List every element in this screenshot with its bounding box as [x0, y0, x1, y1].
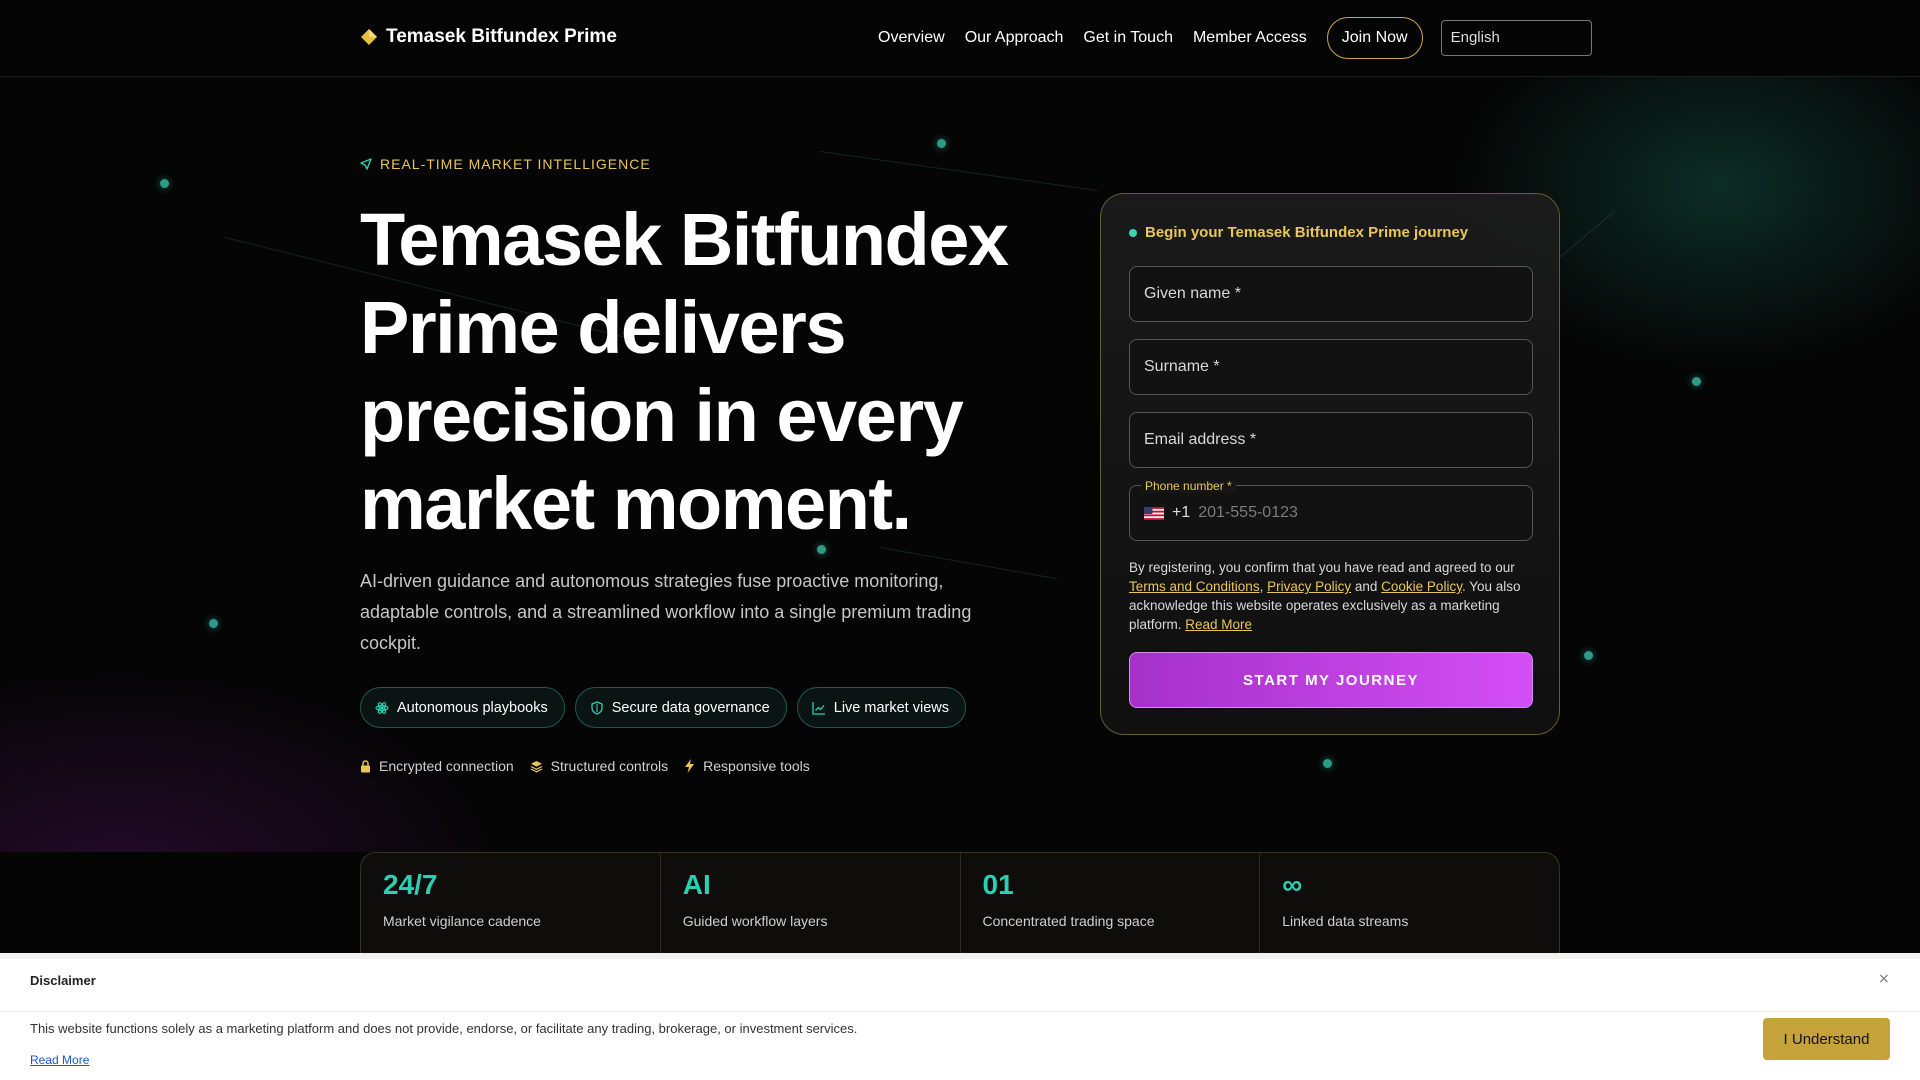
layers-icon — [530, 760, 542, 772]
us-flag-icon[interactable] — [1144, 506, 1164, 520]
nav-member-access[interactable]: Member Access — [1193, 17, 1307, 59]
legal-consent-text: By registering, you confirm that you hav… — [1129, 558, 1533, 634]
given-name-input[interactable]: Given name * — [1129, 266, 1533, 322]
bg-connector — [819, 151, 1098, 191]
legal-text: , — [1259, 579, 1268, 594]
feature-chips: Autonomous playbooks Secure data governa… — [360, 687, 966, 728]
brand-logo[interactable]: Temasek Bitfundex Prime — [360, 26, 617, 48]
diamond-logo-icon — [361, 29, 377, 45]
stat-label: Linked data streams — [1282, 913, 1409, 929]
nav-overview[interactable]: Overview — [878, 17, 945, 59]
chip-label: Secure data governance — [611, 699, 770, 716]
chip-secure-data-governance: Secure data governance — [574, 687, 787, 728]
divider — [0, 1011, 1920, 1012]
hero-title: Temasek Bitfundex Prime delivers precisi… — [360, 198, 1009, 545]
signup-form-card: Begin your Temasek Bitfundex Prime journ… — [1100, 193, 1560, 735]
chip-live-market-views: Live market views — [796, 687, 966, 728]
atom-icon — [375, 701, 389, 714]
nav-our-approach[interactable]: Our Approach — [965, 17, 1064, 59]
stat-value: ∞ — [1282, 869, 1303, 900]
send-icon — [360, 158, 372, 170]
stat-label: Market vigilance cadence — [383, 913, 541, 929]
read-more-link[interactable]: Read More — [1185, 617, 1252, 632]
stat-item: 24/7 Market vigilance cadence — [361, 853, 661, 962]
phone-country-code: +1 — [1172, 504, 1191, 521]
legal-text: and — [1351, 579, 1382, 594]
surname-input[interactable]: Surname * — [1129, 339, 1533, 395]
stat-label: Guided workflow layers — [682, 913, 828, 929]
trust-label: Responsive tools — [703, 758, 810, 774]
disclaimer-banner: Disclaimer × This website functions sole… — [0, 953, 1920, 1080]
stat-item: AI Guided workflow layers — [661, 853, 961, 962]
phone-label: Phone number * — [1141, 479, 1236, 493]
trust-encrypted-connection: Encrypted connection — [360, 758, 514, 774]
nav-get-in-touch[interactable]: Get in Touch — [1083, 17, 1173, 59]
trust-label: Encrypted connection — [379, 758, 514, 774]
shield-icon — [591, 700, 603, 715]
i-understand-button[interactable]: I Understand — [1763, 1018, 1890, 1060]
form-header: Begin your Temasek Bitfundex Prime journ… — [1129, 224, 1468, 241]
stat-value: 24/7 — [383, 869, 438, 900]
bg-node — [160, 179, 169, 188]
chart-icon — [812, 701, 825, 715]
close-icon[interactable]: × — [1878, 971, 1890, 987]
phone-placeholder: 201-555-0123 — [1198, 504, 1298, 521]
stat-item: 01 Concentrated trading space — [961, 853, 1261, 962]
lock-icon — [361, 759, 370, 772]
disclaimer-text: This website functions solely as a marke… — [30, 1021, 858, 1036]
site-header: Temasek Bitfundex Prime Overview Our App… — [0, 0, 1920, 77]
disclaimer-title: Disclaimer — [30, 973, 96, 988]
chip-autonomous-playbooks: Autonomous playbooks — [360, 687, 565, 728]
stat-item: ∞ Linked data streams — [1260, 853, 1559, 962]
stat-value: AI — [682, 869, 711, 900]
brand-name: Temasek Bitfundex Prime — [386, 26, 617, 47]
stats-strip: 24/7 Market vigilance cadence AI Guided … — [360, 852, 1560, 962]
email-input[interactable]: Email address * — [1129, 412, 1533, 468]
bg-node — [1692, 377, 1701, 386]
main-nav: Overview Our Approach Get in Touch Membe… — [878, 17, 1592, 59]
trust-label: Structured controls — [550, 758, 669, 774]
form-title: Begin your Temasek Bitfundex Prime journ… — [1145, 224, 1469, 241]
bg-node — [1584, 651, 1593, 660]
start-journey-button[interactable]: START MY JOURNEY — [1129, 652, 1533, 708]
trust-structured-controls: Structured controls — [530, 758, 669, 774]
cookie-link[interactable]: Cookie Policy — [1381, 579, 1462, 594]
trust-responsive-tools: Responsive tools — [684, 758, 810, 774]
bg-node — [1323, 759, 1332, 768]
chip-label: Live market views — [833, 699, 949, 716]
disclaimer-read-more-link[interactable]: Read More — [30, 1053, 89, 1067]
status-dot-icon — [1129, 228, 1137, 237]
privacy-link[interactable]: Privacy Policy — [1267, 579, 1351, 594]
terms-link[interactable]: Terms and Conditions — [1129, 579, 1260, 594]
eyebrow-text: REAL-TIME MARKET INTELLIGENCE — [380, 156, 651, 172]
bg-node — [209, 619, 218, 628]
hero-eyebrow: REAL-TIME MARKET INTELLIGENCE — [360, 156, 651, 172]
trust-badges: Encrypted connection Structured controls… — [360, 758, 810, 774]
bolt-icon — [685, 759, 695, 773]
language-select[interactable]: English — [1440, 20, 1592, 56]
join-now-button[interactable]: Join Now — [1326, 17, 1423, 59]
bg-node — [937, 139, 946, 148]
phone-input[interactable]: +1 201-555-0123 — [1129, 485, 1533, 541]
stat-label: Concentrated trading space — [982, 913, 1155, 929]
chip-label: Autonomous playbooks — [397, 699, 548, 716]
stat-value: 01 — [982, 869, 1014, 900]
legal-text: By registering, you confirm that you hav… — [1129, 560, 1515, 575]
hero-lede: AI-driven guidance and autonomous strate… — [360, 571, 972, 653]
